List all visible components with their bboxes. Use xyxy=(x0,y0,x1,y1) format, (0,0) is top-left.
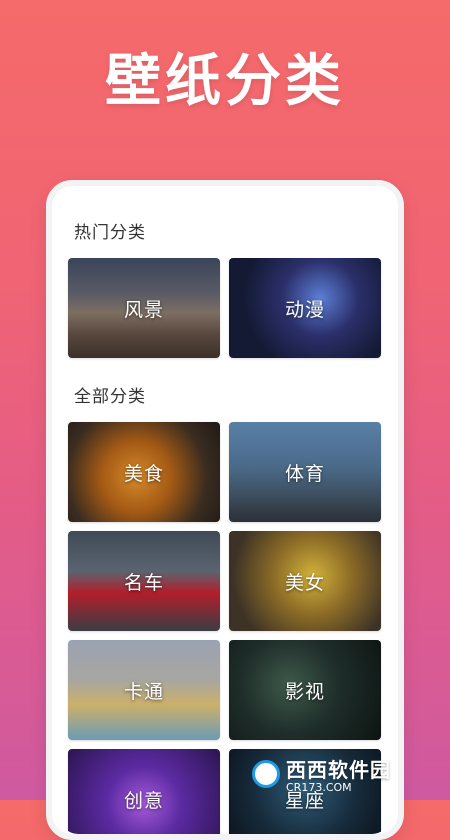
category-tile-creative[interactable]: 创意 xyxy=(68,749,220,834)
watermark-badge: 西西软件园 CR173.COM xyxy=(252,754,442,794)
watermark-logo-icon xyxy=(252,760,280,788)
category-tile-sports[interactable]: 体育 xyxy=(229,422,381,522)
category-label: 名车 xyxy=(123,571,164,594)
category-tile-scenery[interactable]: 风景 xyxy=(68,258,220,358)
watermark-subtext: CR173.COM xyxy=(286,781,352,794)
category-tile-film[interactable]: 影视 xyxy=(229,640,381,740)
category-tile-cartoon[interactable]: 卡通 xyxy=(68,640,220,740)
category-label: 风景 xyxy=(123,298,164,321)
category-label: 动漫 xyxy=(284,298,325,321)
watermark-text-group: 西西软件园 CR173.COM xyxy=(286,754,391,794)
category-tile-anime[interactable]: 动漫 xyxy=(229,258,381,358)
page-headline: 壁纸分类 xyxy=(105,49,345,114)
category-label: 体育 xyxy=(284,462,325,485)
category-label: 创意 xyxy=(123,789,164,812)
hot-section-title: 热门分类 xyxy=(74,223,146,243)
category-label: 美食 xyxy=(123,462,164,485)
category-tile-beauty[interactable]: 美女 xyxy=(229,531,381,631)
category-tile-food[interactable]: 美食 xyxy=(68,422,220,522)
category-screen: 热门分类 风景 动漫 全部分类 美食 体育 名车 美女 卡通 影视 创意 星座 xyxy=(60,196,390,834)
phone-frame: 热门分类 风景 动漫 全部分类 美食 体育 名车 美女 卡通 影视 创意 星座 xyxy=(46,180,404,840)
all-section-title: 全部分类 xyxy=(74,387,146,407)
category-label: 卡通 xyxy=(123,680,164,703)
category-tile-cars[interactable]: 名车 xyxy=(68,531,220,631)
category-label: 美女 xyxy=(284,571,325,594)
category-label: 影视 xyxy=(284,680,325,703)
watermark-text: 西西软件园 xyxy=(286,758,391,782)
